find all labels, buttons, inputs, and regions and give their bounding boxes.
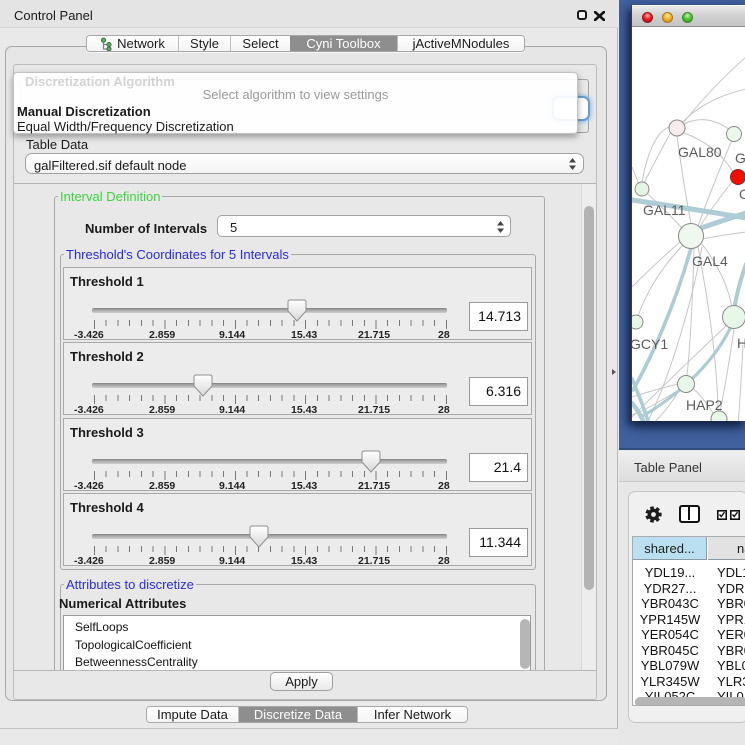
svg-text:GCY1: GCY1 [632,336,668,352]
svg-text:GA: GA [735,150,745,166]
svg-text:C: C [739,186,745,202]
svg-text:HAP2: HAP2 [686,397,723,413]
svg-text:H: H [737,335,745,351]
svg-text:GAL4: GAL4 [692,253,728,269]
svg-text:GAL80: GAL80 [678,144,722,160]
svg-text:GAL11: GAL11 [643,202,686,218]
